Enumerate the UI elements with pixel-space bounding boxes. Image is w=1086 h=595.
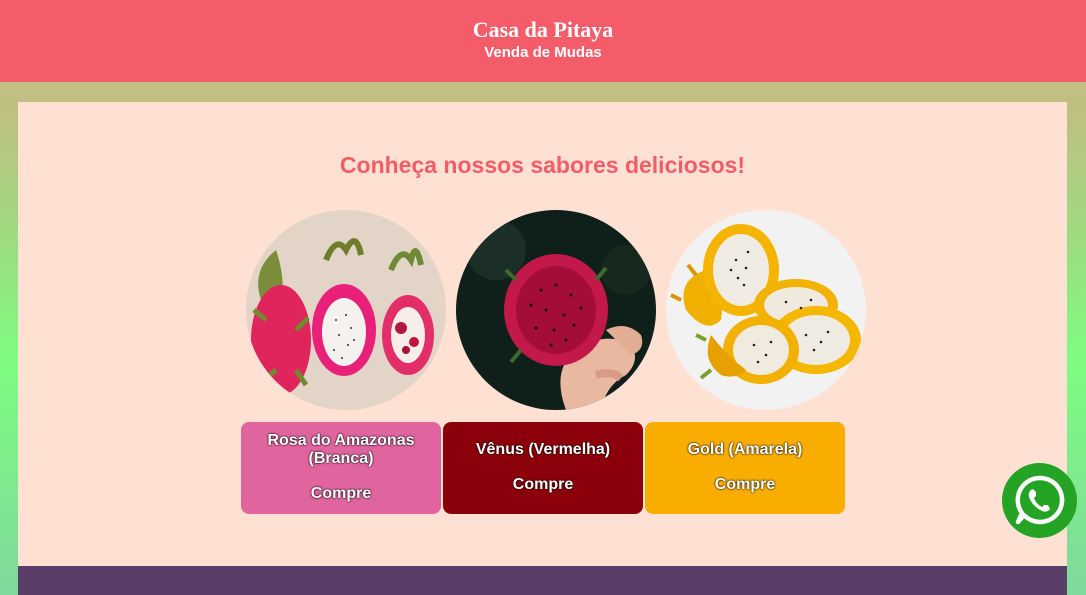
product-name: Gold (Amarela) (687, 441, 803, 458)
main-content: Conheça nossos sabores deliciosos! Rosa … (18, 102, 1067, 572)
buy-button[interactable]: Compre (645, 476, 845, 494)
whatsapp-button[interactable] (1002, 463, 1077, 538)
product-image-venus (456, 210, 656, 410)
product-name: Rosa do Amazonas (Branca) (267, 432, 415, 467)
site-header: Casa da Pitaya Venda de Mudas (0, 0, 1086, 82)
product-name: Vênus (Vermelha) (475, 441, 611, 458)
site-footer (18, 566, 1067, 595)
product-card-venus: Vênus (Vermelha) Compre (443, 422, 643, 514)
product-card-gold: Gold (Amarela) Compre (645, 422, 845, 514)
site-subtitle: Venda de Mudas (484, 44, 602, 61)
product-image-gold (666, 210, 866, 410)
buy-button[interactable]: Compre (443, 476, 643, 494)
site-title: Casa da Pitaya (472, 17, 614, 42)
section-heading: Conheça nossos sabores deliciosos! (339, 152, 746, 178)
product-card-rosa: Rosa do Amazonas (Branca) Compre (241, 422, 441, 514)
buy-button[interactable]: Compre (241, 485, 441, 503)
product-image-rosa (246, 210, 446, 410)
whatsapp-icon (1015, 475, 1065, 525)
